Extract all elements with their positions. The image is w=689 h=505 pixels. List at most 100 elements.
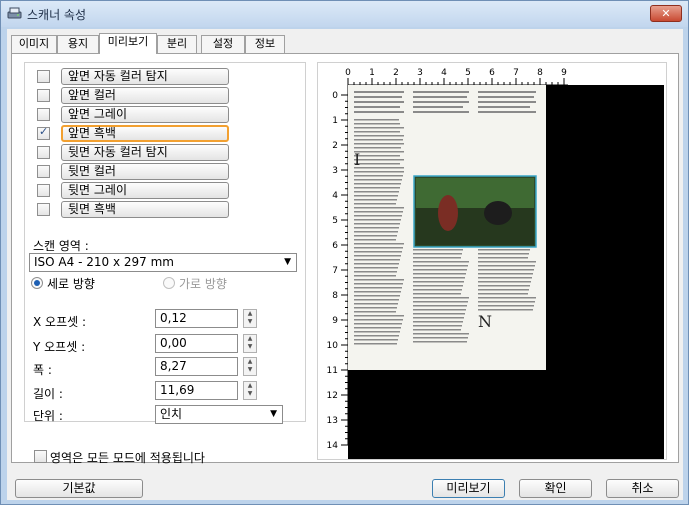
text-line <box>478 285 530 287</box>
text-line <box>354 271 397 273</box>
y-offset-input[interactable]: 0,00 <box>155 334 238 353</box>
mode-checkbox[interactable] <box>37 108 50 121</box>
text-line <box>354 199 397 201</box>
landscape-radio[interactable] <box>163 277 175 289</box>
image-mode-button[interactable]: 뒷면 그레이 <box>61 182 229 199</box>
tab-info[interactable]: 정보 <box>245 35 285 53</box>
length-spinner[interactable]: ▲ ▼ <box>243 381 257 400</box>
spin-up-icon[interactable]: ▲ <box>244 382 256 390</box>
tab-paper[interactable]: 용지 <box>57 35 99 53</box>
scanner-app-icon <box>7 7 22 19</box>
spin-down-icon[interactable]: ▼ <box>244 343 256 351</box>
ruler-label-left: 8 <box>332 291 338 301</box>
text-line <box>354 223 400 225</box>
text-line <box>354 119 399 121</box>
text-line <box>354 227 399 229</box>
text-line <box>413 277 465 279</box>
text-line <box>478 309 533 311</box>
image-mode-button[interactable]: 앞면 자동 컬러 탐지 <box>61 68 229 85</box>
window-title: 스캐너 속성 <box>27 8 87 22</box>
spin-up-icon[interactable]: ▲ <box>244 310 256 318</box>
scan-area-label: 스캔 영역 : <box>33 239 89 253</box>
ruler-label-top: 9 <box>561 68 567 78</box>
image-mode-button[interactable]: 앞면 그레이 <box>61 106 229 123</box>
spin-down-icon[interactable]: ▼ <box>244 318 256 326</box>
top-ruler-ticks <box>347 78 565 85</box>
text-line <box>413 285 463 287</box>
settings-pane: 앞면 자동 컬러 탐지 앞면 컬러 앞면 그레이 앞면 흑백 뒷면 자동 컬러 … <box>24 62 306 424</box>
preview-tab-panel: 앞면 자동 컬러 탐지 앞면 컬러 앞면 그레이 앞면 흑백 뒷면 자동 컬러 … <box>11 53 679 465</box>
x-offset-input[interactable]: 0,12 <box>155 309 238 328</box>
length-input[interactable]: 11,69 <box>155 381 238 400</box>
image-mode-button[interactable]: 뒷면 컬러 <box>61 163 229 180</box>
tab-preview[interactable]: 미리보기 <box>99 33 157 54</box>
cancel-button[interactable]: 취소 <box>606 479 679 498</box>
tab-image[interactable]: 이미지 <box>11 35 57 53</box>
text-line <box>413 261 469 263</box>
preview-button[interactable]: 미리보기 <box>432 479 505 498</box>
apply-all-modes-label: 영역은 모든 모드에 적용됩니다 <box>50 451 205 465</box>
spin-up-icon[interactable]: ▲ <box>244 358 256 366</box>
text-line <box>413 325 462 327</box>
tab-settings[interactable]: 설정 <box>201 35 245 53</box>
text-line <box>354 323 402 325</box>
spin-down-icon[interactable]: ▼ <box>244 390 256 398</box>
mode-checkbox[interactable] <box>37 70 50 83</box>
image-mode-button[interactable]: 뒷면 흑백 <box>61 201 229 218</box>
mode-checkbox[interactable] <box>37 146 50 159</box>
tab-separation[interactable]: 분리 <box>157 35 197 53</box>
unit-select[interactable]: 인치 ▼ <box>155 405 283 424</box>
ruler-label-left: 14 <box>327 441 339 451</box>
ok-button[interactable]: 확인 <box>519 479 592 498</box>
ruler-label-left: 0 <box>332 91 338 101</box>
mode-checkbox[interactable] <box>37 125 50 140</box>
text-line <box>354 279 404 281</box>
y-offset-spinner[interactable]: ▲ ▼ <box>243 334 257 353</box>
width-spinner[interactable]: ▲ ▼ <box>243 357 257 376</box>
text-line <box>354 179 402 181</box>
text-line <box>354 247 403 249</box>
ruler-label-left: 10 <box>327 341 339 351</box>
text-line <box>478 261 536 263</box>
text-line <box>354 295 400 297</box>
image-mode-button[interactable]: 뒷면 자동 컬러 탐지 <box>61 144 229 161</box>
ruler-label-left: 1 <box>332 116 338 126</box>
text-line <box>354 147 400 149</box>
text-line <box>413 289 462 291</box>
mode-checkbox[interactable] <box>37 203 50 216</box>
text-line <box>354 243 404 245</box>
ruler-label-top: 5 <box>465 68 471 78</box>
mode-checkbox[interactable] <box>37 89 50 102</box>
text-line <box>354 327 401 329</box>
chevron-down-icon: ▼ <box>270 409 277 419</box>
text-line <box>478 273 533 275</box>
tab-label: 분리 <box>166 37 188 50</box>
ruler-label-top: 8 <box>537 68 543 78</box>
text-line <box>354 155 400 157</box>
length-label: 길이 : <box>33 387 63 401</box>
image-mode-button[interactable]: 앞면 컬러 <box>61 87 229 104</box>
unit-label: 단위 : <box>33 409 63 423</box>
scan-area-select[interactable]: ISO A4 - 210 x 297 mm ▼ <box>29 253 297 272</box>
spin-up-icon[interactable]: ▲ <box>244 335 256 343</box>
image-mode-button[interactable]: 앞면 흑백 <box>61 125 229 142</box>
text-line <box>354 239 396 241</box>
x-offset-spinner[interactable]: ▲ ▼ <box>243 309 257 328</box>
ruler-label-left: 5 <box>332 216 338 226</box>
apply-all-modes-checkbox[interactable] <box>34 450 47 463</box>
mode-checkbox[interactable] <box>37 165 50 178</box>
portrait-radio[interactable] <box>31 277 43 289</box>
spin-down-icon[interactable]: ▼ <box>244 366 256 374</box>
ruler-label-left: 7 <box>332 266 338 276</box>
ruler-label-left: 9 <box>332 316 338 326</box>
text-line <box>354 207 404 209</box>
x-offset-label: X 오프셋 : <box>33 315 87 329</box>
ruler-label-left: 13 <box>327 416 338 426</box>
close-button[interactable]: ✕ <box>650 5 682 22</box>
text-line <box>354 299 399 301</box>
mode-checkbox[interactable] <box>37 184 50 197</box>
default-button[interactable]: 기본값 <box>15 479 143 498</box>
text-line <box>354 275 396 277</box>
width-input[interactable]: 8,27 <box>155 357 238 376</box>
text-line <box>354 331 400 333</box>
